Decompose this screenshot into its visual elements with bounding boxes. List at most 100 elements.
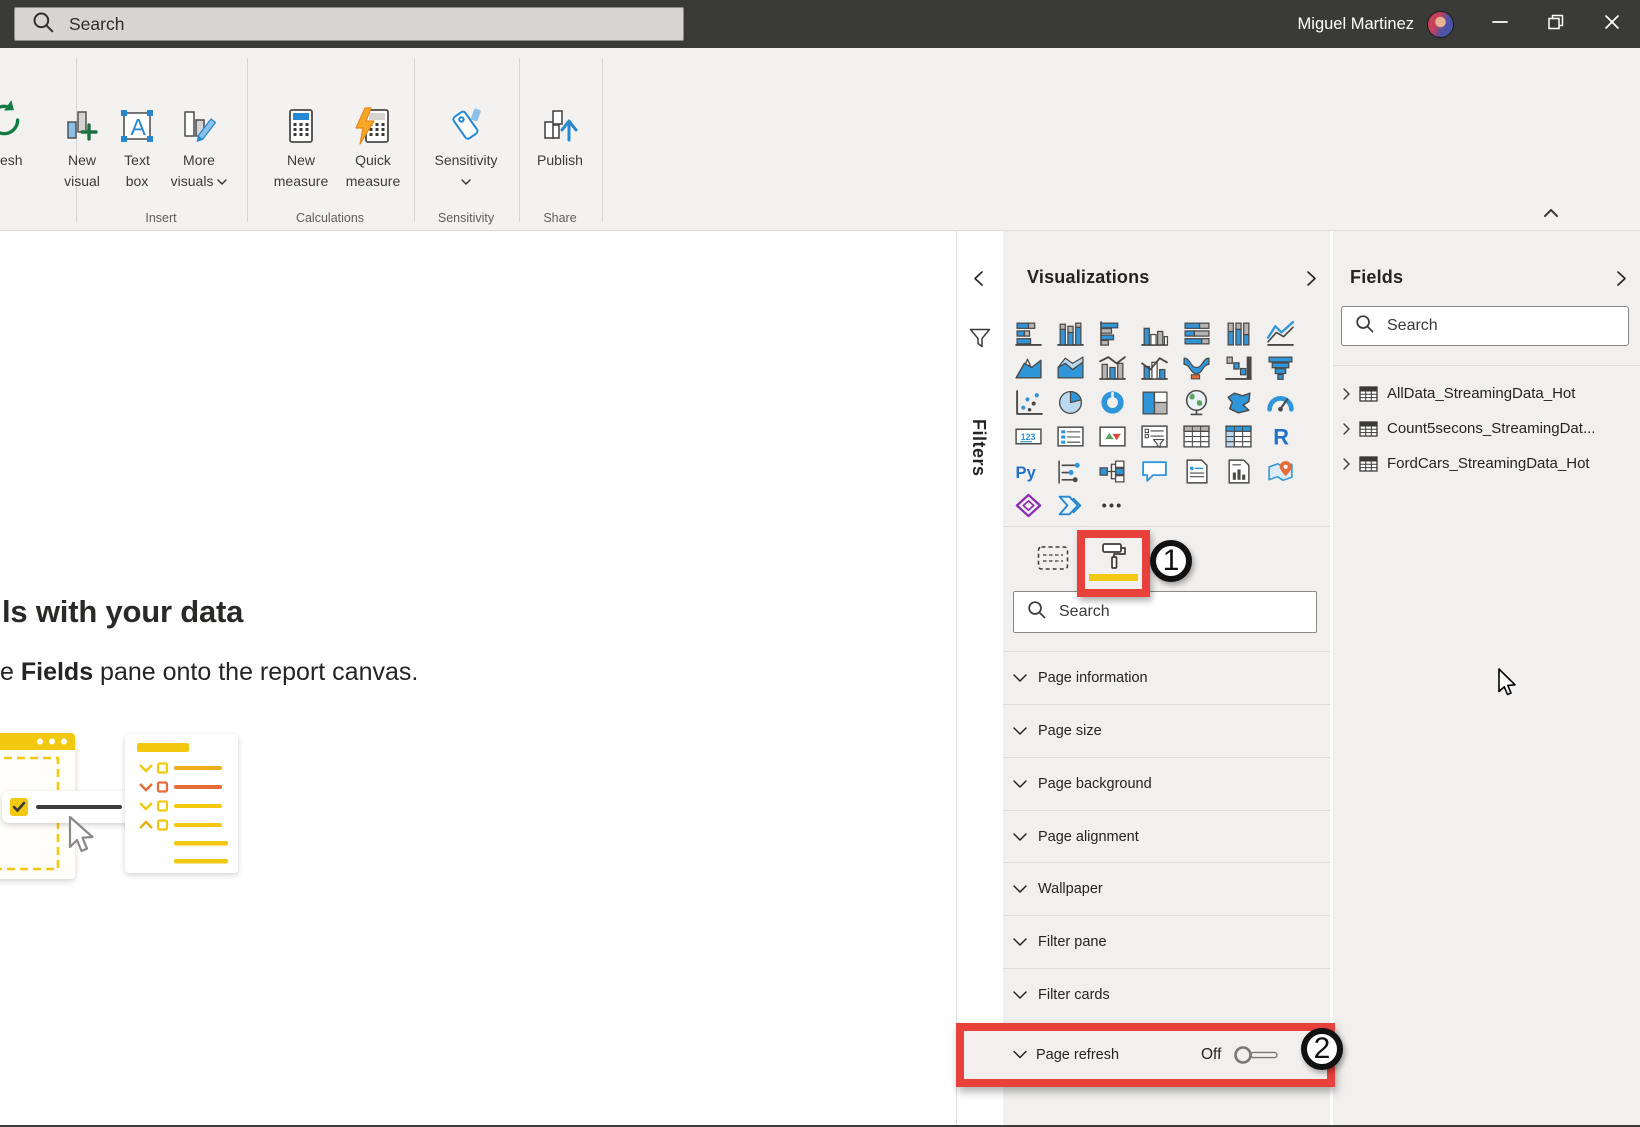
report-canvas[interactable]: ls with your data e Fields pane onto the… — [0, 231, 956, 1125]
get-more-visuals-icon[interactable] — [1098, 492, 1127, 519]
ribbon-chart-icon[interactable] — [1182, 354, 1211, 381]
format-page-tab[interactable] — [1077, 530, 1150, 597]
filled-map-icon[interactable] — [1224, 389, 1253, 416]
paginated-report-icon[interactable] — [1224, 458, 1253, 485]
treemap-icon[interactable] — [1140, 389, 1169, 416]
table-icon[interactable] — [1182, 423, 1211, 450]
qa-visual-icon[interactable] — [1140, 458, 1169, 485]
paint-roller-icon — [1099, 541, 1129, 576]
signed-in-user[interactable]: Miguel Martinez — [1298, 15, 1414, 34]
new-measure-button[interactable]: New measure — [265, 94, 337, 192]
key-influencers-icon[interactable] — [1056, 458, 1085, 485]
chevron-down-icon — [1013, 833, 1027, 842]
restore-button[interactable] — [1528, 0, 1584, 48]
format-section-page-size[interactable]: Page size — [1003, 704, 1330, 757]
line-chart-icon[interactable] — [1266, 320, 1295, 347]
close-button[interactable] — [1584, 0, 1640, 48]
map-icon[interactable] — [1182, 389, 1211, 416]
button-label: New — [265, 150, 337, 171]
active-tab-underline — [1089, 574, 1138, 581]
smart-narrative-icon[interactable] — [1182, 458, 1211, 485]
waterfall-chart-icon[interactable] — [1224, 354, 1253, 381]
format-section-page-background[interactable]: Page background — [1003, 757, 1330, 810]
donut-chart-icon[interactable] — [1098, 389, 1127, 416]
hundred-stacked-column-chart-icon[interactable] — [1224, 320, 1253, 347]
button-label: Publish — [524, 150, 596, 171]
kpi-icon[interactable] — [1098, 423, 1127, 450]
area-chart-icon[interactable] — [1014, 354, 1043, 381]
decomposition-tree-icon[interactable] — [1098, 458, 1127, 485]
power-automate-icon[interactable] — [1056, 492, 1085, 519]
hundred-stacked-bar-chart-icon[interactable] — [1182, 320, 1211, 347]
multi-row-card-icon[interactable] — [1056, 423, 1085, 450]
more-visuals-button[interactable]: More visuals — [163, 94, 235, 192]
fields-search-input[interactable] — [1385, 316, 1628, 336]
table-row[interactable]: FordCars_StreamingData_Hot — [1333, 446, 1640, 481]
card-icon[interactable]: 123 — [1014, 423, 1043, 450]
titlebar: Miguel Martinez — [0, 0, 1640, 48]
publish-button[interactable]: Publish — [524, 94, 596, 171]
clustered-bar-chart-icon[interactable] — [1098, 320, 1127, 347]
button-label: More — [163, 150, 235, 171]
chevron-right-icon[interactable] — [1343, 458, 1350, 470]
line-and-stacked-column-chart-icon[interactable] — [1098, 354, 1127, 381]
page-refresh-toggle[interactable] — [1234, 1045, 1280, 1065]
scatter-chart-icon[interactable] — [1014, 389, 1043, 416]
quick-measure-button[interactable]: Quick measure — [337, 94, 409, 192]
chevron-right-icon[interactable] — [1343, 388, 1350, 400]
build-visual-tab[interactable] — [1037, 544, 1069, 572]
fields-search-box[interactable] — [1341, 306, 1629, 346]
chevron-down-icon — [1013, 674, 1027, 683]
format-section-filter-pane[interactable]: Filter pane — [1003, 915, 1330, 968]
stacked-bar-chart-icon[interactable] — [1014, 320, 1043, 347]
refresh-button[interactable]: esh — [0, 152, 23, 168]
sensitivity-button[interactable]: Sensitivity — [430, 94, 502, 192]
collapse-fields-icon[interactable] — [1617, 271, 1626, 291]
chevron-down-icon — [1013, 727, 1027, 736]
arcgis-map-icon[interactable] — [1266, 458, 1295, 485]
sensitivity-icon — [430, 94, 502, 146]
format-section-wallpaper[interactable]: Wallpaper — [1003, 862, 1330, 915]
table-icon — [1359, 386, 1378, 402]
expand-filters-icon[interactable] — [974, 271, 983, 291]
minimize-button[interactable] — [1472, 0, 1528, 48]
table-row[interactable]: Count5secons_StreamingDat... — [1333, 411, 1640, 446]
search-icon — [1355, 314, 1374, 338]
slicer-icon[interactable] — [1140, 423, 1169, 450]
table-row[interactable]: AllData_StreamingData_Hot — [1333, 376, 1640, 411]
pie-chart-icon[interactable] — [1056, 389, 1085, 416]
collapse-visualizations-icon[interactable] — [1307, 271, 1316, 291]
power-apps-icon[interactable] — [1014, 492, 1043, 519]
filters-rail-label[interactable]: Filters — [968, 419, 989, 477]
chevron-down-icon — [1013, 938, 1027, 947]
stacked-column-chart-icon[interactable] — [1056, 320, 1085, 347]
chevron-right-icon[interactable] — [1343, 423, 1350, 435]
stacked-area-chart-icon[interactable] — [1056, 354, 1085, 381]
titlebar-search-box[interactable] — [14, 7, 684, 41]
quick-measure-icon — [337, 94, 409, 146]
format-section-page-alignment[interactable]: Page alignment — [1003, 810, 1330, 863]
format-search-box[interactable] — [1013, 591, 1317, 633]
refresh-icon — [0, 98, 25, 145]
collapse-ribbon-icon[interactable] — [1544, 205, 1558, 223]
python-visual-icon[interactable]: Py — [1014, 458, 1043, 485]
restore-icon — [1546, 12, 1566, 37]
format-section-filter-cards[interactable]: Filter cards — [1003, 968, 1330, 1021]
filter-funnel-icon[interactable] — [968, 327, 992, 354]
funnel-chart-icon[interactable] — [1266, 354, 1295, 381]
format-section-page-information[interactable]: Page information — [1003, 651, 1330, 704]
group-label-share: Share — [500, 211, 620, 225]
page-refresh-highlight: Page refresh Off — [956, 1023, 1335, 1087]
r-script-visual-icon[interactable]: R — [1266, 423, 1295, 450]
page-refresh-section[interactable]: Page refresh — [1036, 1047, 1119, 1063]
gauge-icon[interactable] — [1266, 389, 1295, 416]
titlebar-search-input[interactable] — [67, 13, 683, 36]
matrix-icon[interactable] — [1224, 423, 1253, 450]
chevron-down-icon[interactable] — [1013, 1051, 1027, 1060]
avatar[interactable] — [1427, 11, 1454, 38]
fields-title: Fields — [1350, 267, 1403, 288]
clustered-column-chart-icon[interactable] — [1140, 320, 1169, 347]
format-search-input[interactable] — [1057, 602, 1316, 622]
line-and-clustered-column-chart-icon[interactable] — [1140, 354, 1169, 381]
more-visuals-icon — [163, 94, 235, 146]
